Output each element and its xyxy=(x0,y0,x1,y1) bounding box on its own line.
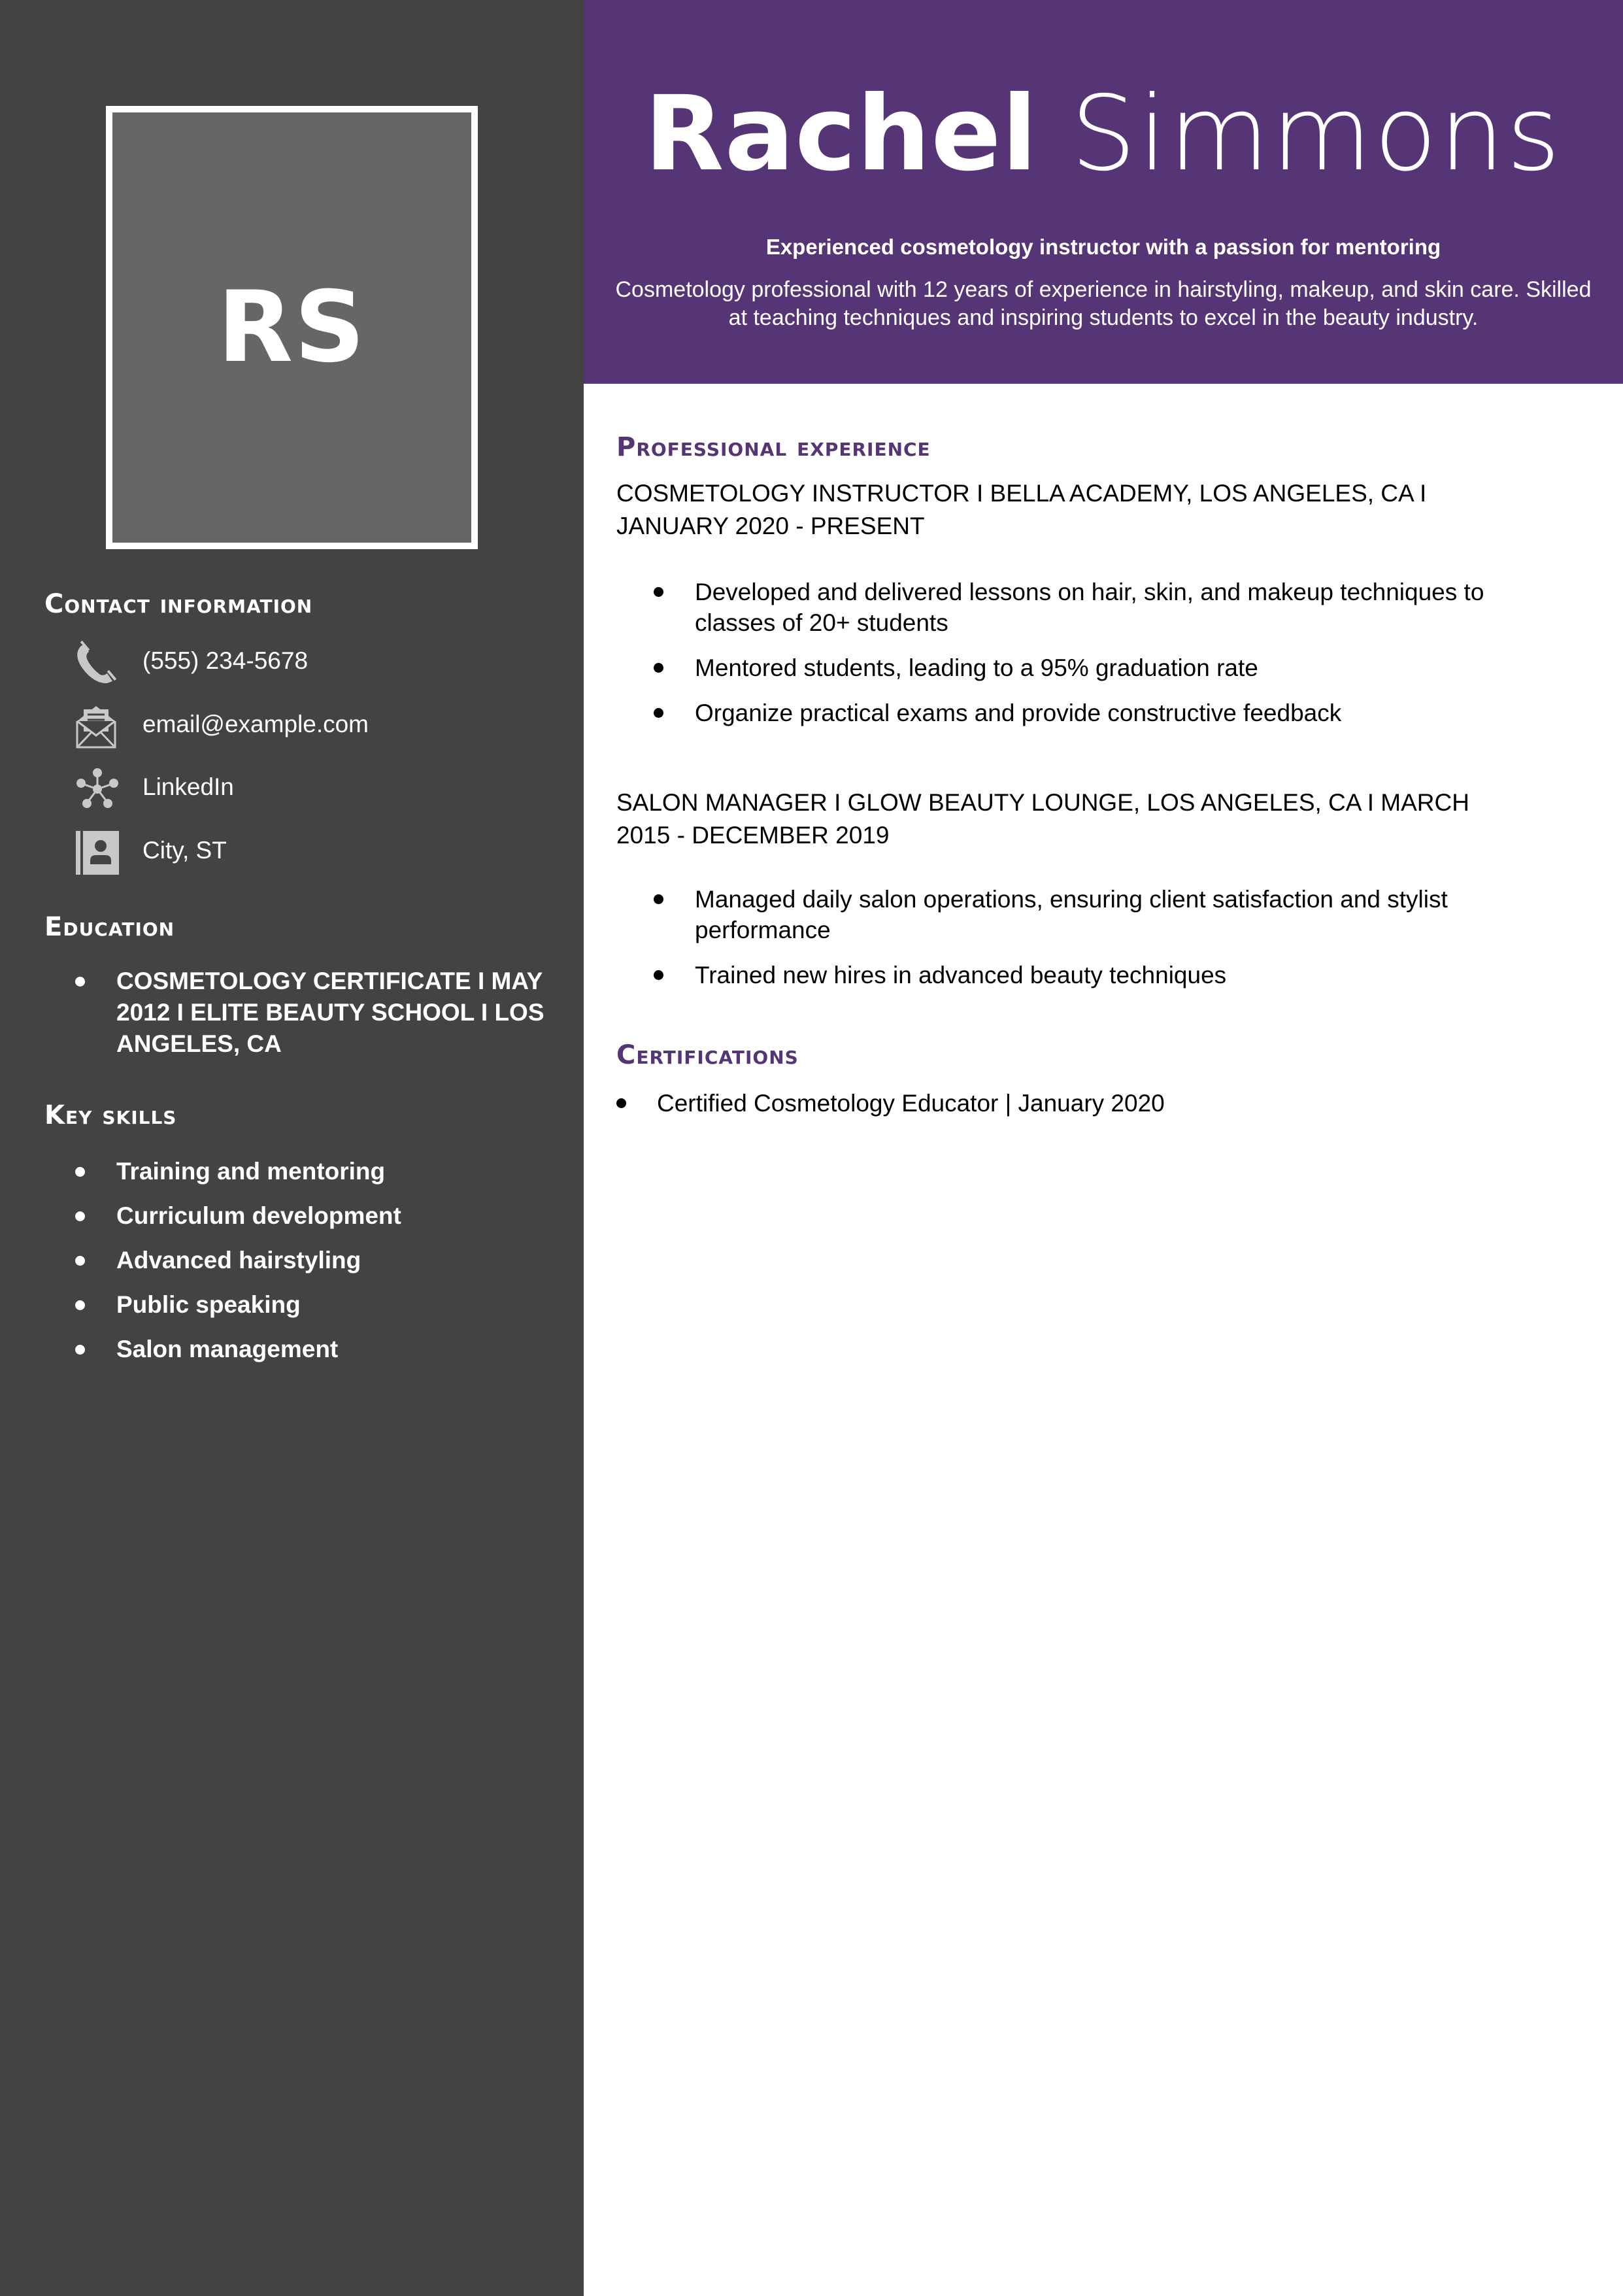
skills-list: Training and mentoring Curriculum develo… xyxy=(0,1159,401,1381)
skill-text: Salon management xyxy=(116,1336,339,1362)
certifications-list: Certified Cosmetology Educator | January… xyxy=(616,1088,1558,1133)
sidebar: RS Contact information (555) 234-5678 em… xyxy=(0,0,584,2296)
email-address[interactable]: email@example.com xyxy=(142,712,369,736)
job-bullets: Developed and delivered lessons on hair,… xyxy=(616,577,1558,743)
job-bullet: Trained new hires in advanced beauty tec… xyxy=(616,960,1558,990)
bullet-text: Developed and delivered lessons on hair,… xyxy=(695,579,1484,636)
phone-icon xyxy=(75,641,120,686)
contact-phone: (555) 234-5678 xyxy=(75,641,532,686)
bullet-icon xyxy=(654,587,663,597)
experience-heading: Professional experience xyxy=(616,432,931,462)
bullet-icon xyxy=(75,1211,85,1221)
job-bullet: Developed and delivered lessons on hair,… xyxy=(616,577,1558,638)
bullet-icon xyxy=(616,1098,626,1108)
education-text: Cosmetology Certificate I May 2012 I Eli… xyxy=(116,968,544,1057)
skill-text: Advanced hairstyling xyxy=(116,1247,361,1274)
bullet-text: Mentored students, leading to a 95% grad… xyxy=(695,654,1258,681)
certification-item: Certified Cosmetology Educator | January… xyxy=(616,1088,1558,1119)
email-icon xyxy=(75,704,120,750)
certification-text: Certified Cosmetology Educator | January… xyxy=(657,1090,1165,1117)
job-title: Salon Manager I Glow Beauty Lounge, Los … xyxy=(616,789,1469,849)
candidate-name: Rachel Simmons xyxy=(584,82,1623,186)
first-name: Rachel xyxy=(644,74,1038,194)
skill-item: Public speaking xyxy=(0,1292,401,1337)
last-name: Simmons xyxy=(1070,74,1563,194)
skills-heading: Key skills xyxy=(44,1100,177,1130)
certifications-heading: Certifications xyxy=(616,1040,799,1070)
job-title: Cosmetology Instructor I Bella Academy, … xyxy=(616,480,1427,539)
bullet-text: Trained new hires in advanced beauty tec… xyxy=(695,962,1227,988)
bullet-icon xyxy=(75,1345,85,1355)
contact-card-icon xyxy=(75,830,120,876)
skill-item: Advanced hairstyling xyxy=(0,1248,401,1292)
network-icon xyxy=(75,767,120,813)
education-item: Cosmetology Certificate I May 2012 I Eli… xyxy=(0,966,554,1060)
bullet-text: Organize practical exams and provide con… xyxy=(695,700,1342,726)
contact-location: City, ST xyxy=(75,830,532,876)
bullet-icon xyxy=(654,708,663,718)
bullet-icon xyxy=(654,970,663,980)
job-bullet: Managed daily salon operations, ensuring… xyxy=(616,884,1558,945)
skill-item: Curriculum development xyxy=(0,1204,401,1248)
profile-photo-placeholder: RS xyxy=(106,106,478,549)
bullet-icon xyxy=(654,894,663,904)
education-list: Cosmetology Certificate I May 2012 I Eli… xyxy=(0,966,554,1060)
tagline: Experienced cosmetology instructor with … xyxy=(765,235,1441,259)
job-bullets: Managed daily salon operations, ensuring… xyxy=(616,884,1558,1005)
job-bullet: Organize practical exams and provide con… xyxy=(616,698,1558,728)
header-banner: Rachel Simmons Experienced cosmetology i… xyxy=(584,0,1623,384)
contact-heading: Contact information xyxy=(44,589,313,619)
location: City, ST xyxy=(142,837,227,864)
skill-text: Training and mentoring xyxy=(116,1158,386,1185)
job-bullet: Mentored students, leading to a 95% grad… xyxy=(616,652,1558,683)
skill-text: Public speaking xyxy=(116,1291,301,1318)
skill-text: Curriculum development xyxy=(116,1202,401,1229)
contact-linkedin: LinkedIn xyxy=(75,767,532,813)
education-heading: Education xyxy=(44,912,175,942)
bullet-icon xyxy=(75,1300,85,1310)
bullet-text: Managed daily salon operations, ensuring… xyxy=(695,886,1448,943)
summary: Cosmetology professional with 12 years o… xyxy=(615,277,1592,330)
bullet-icon xyxy=(75,1256,85,1266)
linkedin-link[interactable]: LinkedIn xyxy=(142,775,234,799)
initials: RS xyxy=(217,271,367,384)
skill-item: Training and mentoring xyxy=(0,1159,401,1204)
bullet-icon xyxy=(75,977,85,987)
contact-email: email@example.com xyxy=(75,704,532,750)
bullet-icon xyxy=(75,1167,85,1177)
phone-number: (555) 234-5678 xyxy=(142,647,309,674)
skill-item: Salon management xyxy=(0,1337,401,1381)
bullet-icon xyxy=(654,663,663,673)
